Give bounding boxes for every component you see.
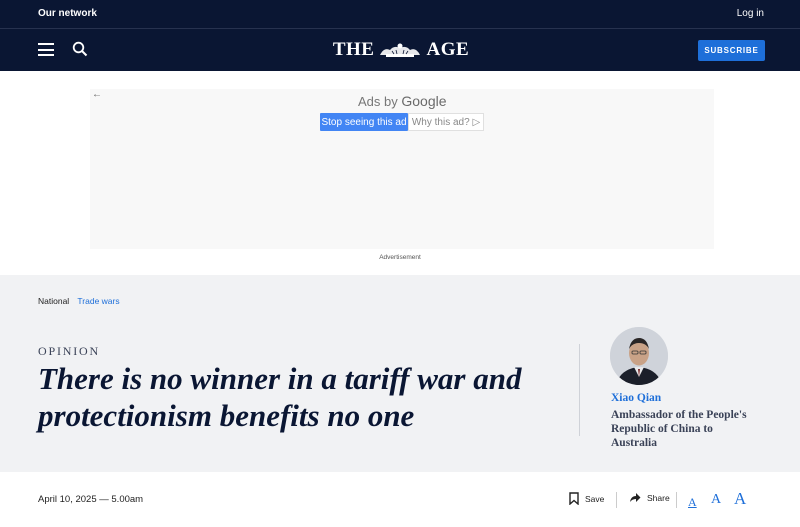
ads-by-google: Ads by Google: [358, 93, 447, 109]
breadcrumb-topic[interactable]: Trade wars: [77, 296, 119, 306]
article-header: National Trade wars OPINION There is no …: [0, 275, 800, 472]
ads-by-prefix: Ads by: [358, 94, 398, 109]
author-role: Ambassador of the People's Republic of C…: [611, 409, 747, 449]
share-arrow-icon: [630, 493, 641, 502]
action-divider: [676, 492, 677, 508]
publish-date: April 10, 2025 — 5.00am: [38, 494, 144, 505]
share-button[interactable]: Share: [629, 492, 670, 503]
action-divider: [616, 492, 617, 508]
article-kicker: OPINION: [38, 344, 100, 358]
ad-back-arrow-icon[interactable]: ←: [92, 89, 102, 100]
search-icon[interactable]: [72, 41, 88, 57]
author-name-link[interactable]: Xiao Qian: [611, 392, 661, 404]
subscribe-button[interactable]: SUBSCRIBE: [698, 40, 765, 61]
stop-seeing-ad-button[interactable]: Stop seeing this ad: [320, 113, 408, 131]
advertisement-slot: ← Ads by Google Stop seeing this ad Why …: [90, 89, 714, 249]
login-link[interactable]: Log in: [737, 8, 764, 19]
author-avatar[interactable]: [610, 327, 668, 385]
our-network-link[interactable]: Our network: [38, 8, 97, 19]
advertisement-label: Advertisement: [379, 254, 421, 261]
breadcrumb: National Trade wars: [38, 296, 120, 306]
utility-bar: Our network Log in: [0, 0, 800, 29]
crest-icon: [380, 43, 421, 57]
ads-by-brand: Google: [401, 93, 447, 109]
menu-icon[interactable]: [38, 43, 54, 56]
logo-the: THE: [332, 39, 375, 60]
article-headline: There is no winner in a tariff war and p…: [38, 361, 522, 433]
why-this-ad-button[interactable]: Why this ad? ▷: [408, 113, 484, 131]
share-label: Share: [647, 492, 670, 503]
text-size-large-button[interactable]: A: [734, 489, 746, 509]
save-label: Save: [585, 493, 605, 504]
author-portrait-image: [610, 327, 668, 385]
breadcrumb-section[interactable]: National: [38, 296, 69, 306]
site-logo[interactable]: THE AGE: [326, 38, 476, 62]
masthead: THE AGE SUBSCRIBE: [0, 29, 800, 71]
text-size-medium-button[interactable]: A: [711, 492, 721, 508]
save-button[interactable]: Save: [569, 492, 604, 505]
logo-age: AGE: [426, 39, 470, 60]
header-divider: [579, 344, 580, 436]
bookmark-icon: [569, 492, 579, 505]
text-size-small-button[interactable]: A: [688, 495, 697, 510]
